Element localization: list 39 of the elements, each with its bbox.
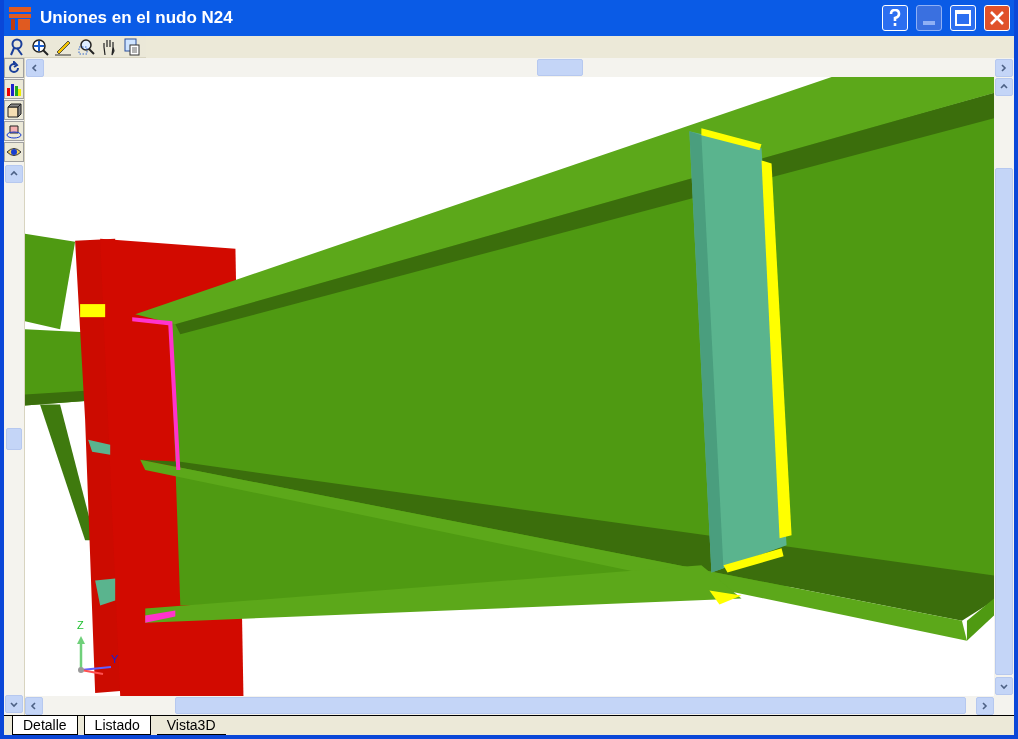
toolbar-button[interactable] — [30, 36, 49, 57]
rotate-icon — [7, 61, 21, 75]
toolbar-button[interactable] — [76, 36, 95, 57]
side-toolbar-button[interactable] — [4, 100, 24, 120]
minimize-button[interactable] — [916, 5, 942, 31]
side-toolbar-button[interactable] — [4, 142, 24, 162]
scroll-thumb[interactable] — [995, 168, 1013, 675]
app-icon — [8, 5, 32, 31]
tab[interactable]: Vista3D — [156, 716, 226, 735]
maximize-button[interactable] — [950, 5, 976, 31]
side-toolbar-button[interactable] — [4, 79, 24, 99]
minimize-icon — [923, 21, 935, 25]
tab[interactable]: Detalle — [12, 716, 78, 735]
close-icon — [989, 10, 1005, 26]
scroll-right-button[interactable] — [995, 58, 1013, 77]
close-button[interactable] — [984, 5, 1010, 31]
scroll-thumb[interactable] — [6, 428, 22, 450]
y-axis-label: Y — [111, 654, 119, 665]
help-icon — [888, 9, 902, 27]
scroll-left-button[interactable] — [25, 696, 43, 715]
side-toolbar-button[interactable] — [4, 121, 24, 141]
scroll-down-button[interactable] — [5, 695, 23, 713]
orbit-cube-icon — [6, 123, 22, 139]
scroll-down-button[interactable] — [995, 677, 1013, 695]
help-button[interactable] — [882, 5, 908, 31]
copy-icon — [122, 37, 141, 56]
cube-icon — [6, 102, 22, 118]
window-title: Uniones en el nudo N24 — [40, 7, 234, 30]
scroll-up-button[interactable] — [995, 78, 1013, 96]
scroll-thumb[interactable] — [175, 697, 966, 714]
side-toolbar-button[interactable] — [4, 58, 24, 78]
scroll-thumb[interactable] — [536, 59, 583, 76]
tab[interactable]: Listado — [83, 716, 151, 735]
bar-chart-icon — [6, 82, 22, 96]
zoom-all-icon — [30, 37, 49, 56]
z-axis-label: Z — [77, 620, 84, 631]
zoom-window-icon — [76, 37, 95, 56]
scroll-right-button[interactable] — [976, 696, 994, 715]
maximize-icon — [955, 10, 971, 26]
